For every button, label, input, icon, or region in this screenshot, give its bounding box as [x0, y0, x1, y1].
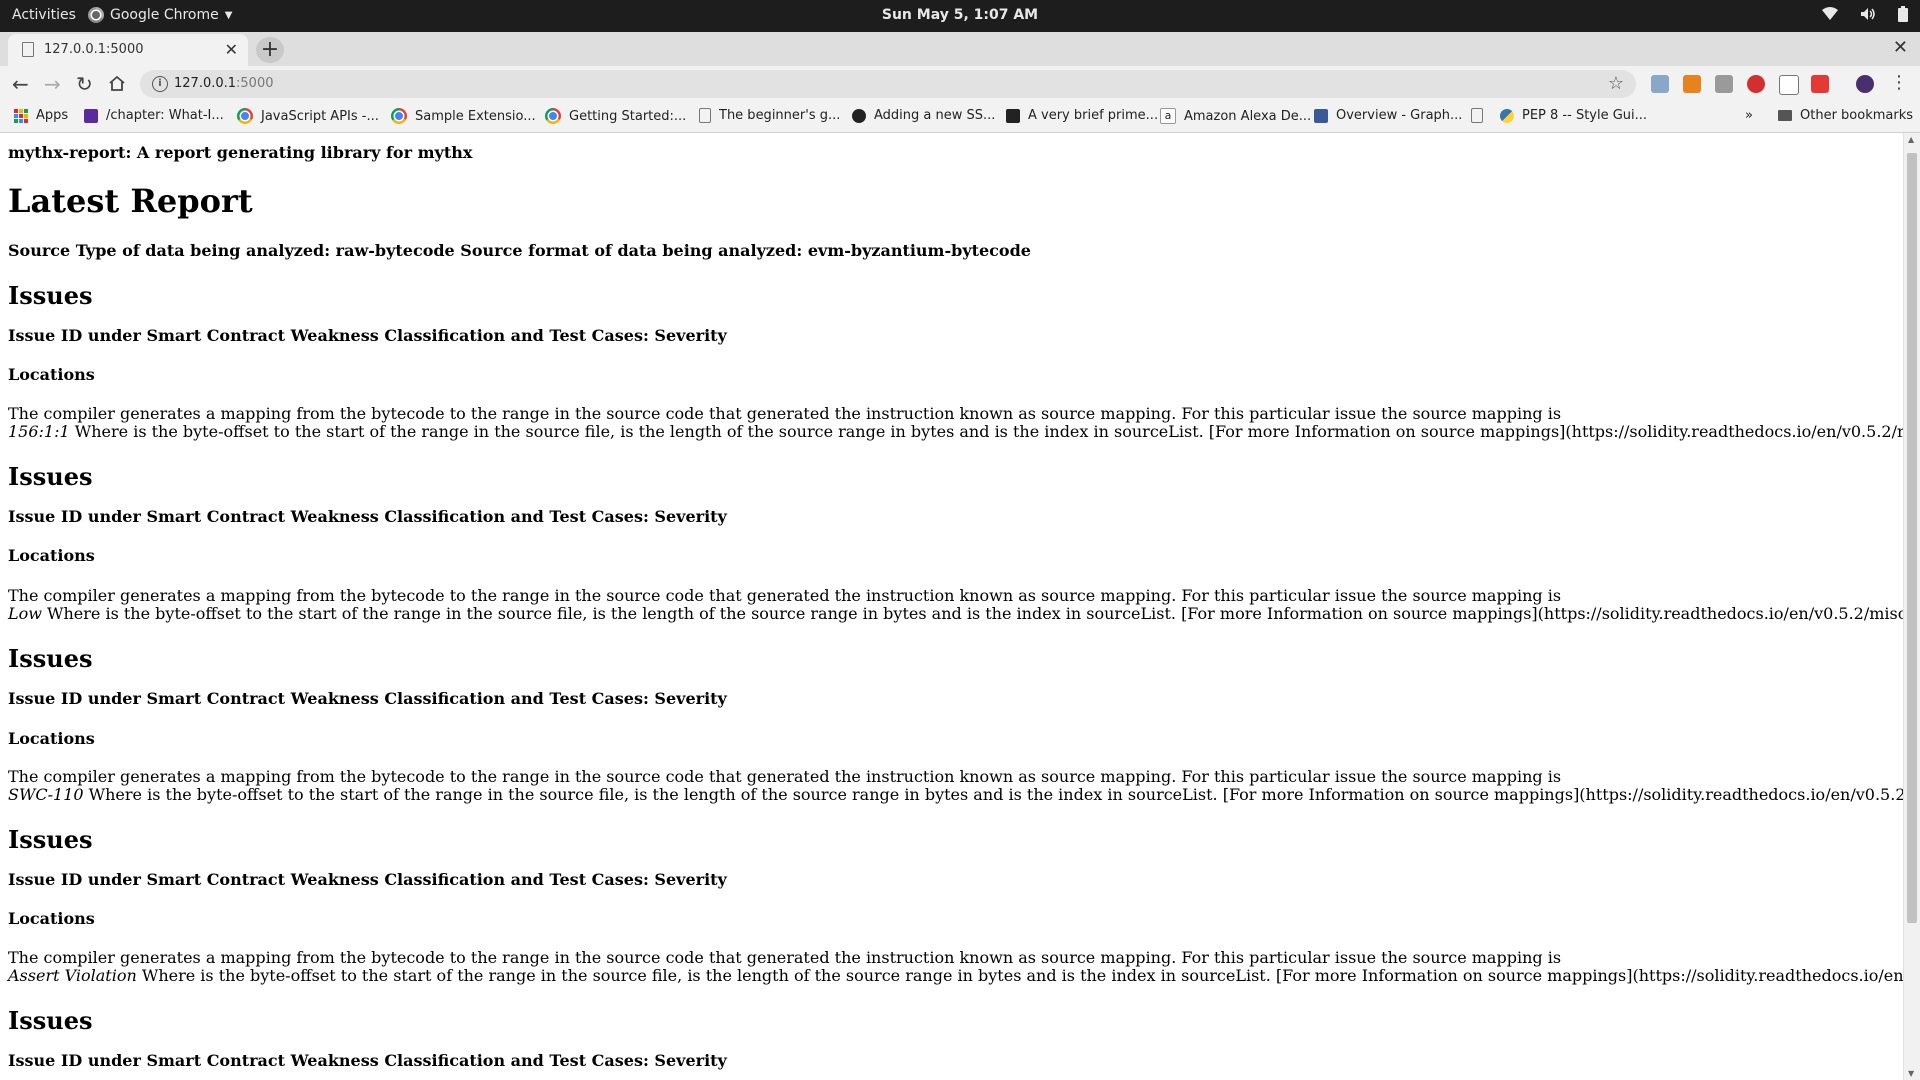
bookmark-item-apps[interactable]: Apps — [14, 108, 68, 123]
reload-icon[interactable]: ↻ — [76, 72, 93, 96]
page-icon — [699, 108, 711, 123]
bookmark-item[interactable]: A very brief prime... — [1006, 108, 1158, 123]
github-icon — [852, 108, 866, 123]
bird-icon — [84, 108, 98, 123]
clock[interactable]: Sun May 5, 1:07 AM — [0, 7, 1920, 23]
extension-icon[interactable] — [1779, 75, 1799, 95]
avatar[interactable] — [1856, 75, 1874, 93]
info-icon[interactable]: i — [152, 76, 168, 92]
source-mapping-value: 156:1:1 — [8, 422, 70, 441]
page-icon — [22, 42, 34, 57]
folder-icon — [1778, 110, 1792, 121]
back-arrow-icon[interactable]: ← — [12, 72, 29, 96]
bookmarks-bar: Apps /chapter: What-I... JavaScript APIs… — [0, 102, 1920, 133]
close-tab-icon[interactable]: ✕ — [225, 40, 238, 59]
chart-icon — [1006, 108, 1020, 123]
locations-heading: Locations — [8, 365, 95, 384]
battery-icon — [1898, 6, 1908, 22]
scrollbar-thumb[interactable] — [1907, 153, 1917, 923]
camera-extension-icon[interactable] — [1715, 75, 1733, 93]
vertical-scrollbar[interactable]: ▲ ▼ — [1903, 133, 1920, 1080]
wifi-icon — [1822, 7, 1838, 20]
chrome-icon — [237, 108, 253, 124]
new-tab-button[interactable]: + — [256, 37, 284, 63]
locations-heading: Locations — [8, 729, 95, 748]
browser-toolbar: ← → ↻ i 127.0.0.1:5000 ☆ ⋮ — [0, 66, 1920, 102]
apps-grid-icon — [14, 108, 28, 123]
bookmark-item[interactable]: Getting Started:... — [545, 108, 686, 124]
amazon-icon: a — [1160, 108, 1176, 124]
system-tray[interactable] — [1822, 6, 1908, 22]
issue-id-heading: Issue ID under Smart Contract Weakness C… — [8, 326, 727, 345]
locations-heading: Locations — [8, 909, 95, 928]
issues-heading: Issues — [8, 462, 93, 491]
issue-id-heading: Issue ID under Smart Contract Weakness C… — [8, 689, 727, 708]
bookmark-item[interactable]: JavaScript APIs -... — [237, 108, 379, 124]
close-window-icon[interactable]: ✕ — [1893, 37, 1908, 58]
issue-id-heading: Issue ID under Smart Contract Weakness C… — [8, 1051, 727, 1070]
home-icon[interactable] — [108, 75, 126, 92]
page-title: Latest Report — [8, 182, 253, 220]
issues-heading: Issues — [8, 644, 93, 673]
todoist-extension-icon[interactable] — [1811, 75, 1829, 93]
page-header: mythx-report: A report generating librar… — [8, 143, 473, 162]
url-text[interactable]: 127.0.0.1:5000 — [174, 76, 274, 91]
source-mapping-text: The compiler generates a mapping from th… — [8, 767, 1904, 804]
menu-icon[interactable]: ⋮ — [1890, 72, 1908, 93]
facebook-icon — [1314, 108, 1328, 123]
bookmark-item[interactable]: Adding a new SS... — [852, 108, 995, 123]
bookmark-item[interactable]: Sample Extensio... — [391, 108, 536, 124]
tab-title: 127.0.0.1:5000 — [44, 42, 144, 57]
source-mapping-value: Assert Violation — [8, 966, 137, 985]
system-top-bar: Activities Google Chrome ▼ Sun May 5, 1:… — [0, 0, 1920, 32]
scroll-up-icon[interactable]: ▲ — [1908, 135, 1914, 144]
bookmark-item[interactable] — [1471, 108, 1483, 123]
chrome-icon — [545, 108, 561, 124]
scroll-down-icon[interactable]: ▼ — [1908, 1069, 1914, 1078]
issues-heading: Issues — [8, 825, 93, 854]
source-mapping-value: Low — [8, 604, 42, 623]
issues-heading: Issues — [8, 1006, 93, 1035]
issues-heading: Issues — [8, 281, 93, 310]
translate-extension-icon[interactable] — [1651, 75, 1669, 93]
bookmark-item[interactable]: Overview - Graph... — [1314, 108, 1462, 123]
bookmark-star-icon[interactable]: ☆ — [1608, 73, 1624, 94]
issue-id-heading: Issue ID under Smart Contract Weakness C… — [8, 507, 727, 526]
source-mapping-value: SWC-110 — [8, 785, 84, 804]
page-content: mythx-report: A report generating librar… — [0, 133, 1904, 1080]
issue-id-heading: Issue ID under Smart Contract Weakness C… — [8, 870, 727, 889]
metamask-extension-icon[interactable] — [1683, 75, 1701, 93]
source-mapping-text: The compiler generates a mapping from th… — [8, 586, 1904, 623]
bookmark-item[interactable]: PEP 8 -- Style Gui... — [1500, 108, 1647, 123]
browser-tab[interactable]: 127.0.0.1:5000 ✕ — [8, 34, 248, 66]
other-bookmarks-folder[interactable]: Other bookmarks — [1778, 108, 1913, 123]
locations-heading: Locations — [8, 546, 95, 565]
bookmark-item[interactable]: The beginner's g... — [699, 108, 840, 123]
bookmark-item[interactable]: /chapter: What-I... — [84, 108, 224, 123]
bookmarks-overflow-button[interactable]: » — [1745, 108, 1753, 123]
chrome-icon — [391, 108, 407, 124]
forward-arrow-icon[interactable]: → — [44, 72, 61, 96]
python-icon — [1500, 108, 1514, 123]
source-mapping-text: The compiler generates a mapping from th… — [8, 404, 1904, 441]
volume-icon — [1861, 8, 1875, 20]
tab-strip: 127.0.0.1:5000 ✕ + ✕ — [0, 32, 1920, 66]
address-bar[interactable]: i 127.0.0.1:5000 ☆ — [140, 70, 1636, 98]
page-icon — [1471, 108, 1483, 123]
source-mapping-text: The compiler generates a mapping from th… — [8, 948, 1904, 985]
source-info: Source Type of data being analyzed: raw-… — [8, 241, 1031, 260]
bookmark-item[interactable]: a Amazon Alexa De... — [1160, 108, 1311, 124]
yab-extension-icon[interactable] — [1747, 75, 1765, 93]
